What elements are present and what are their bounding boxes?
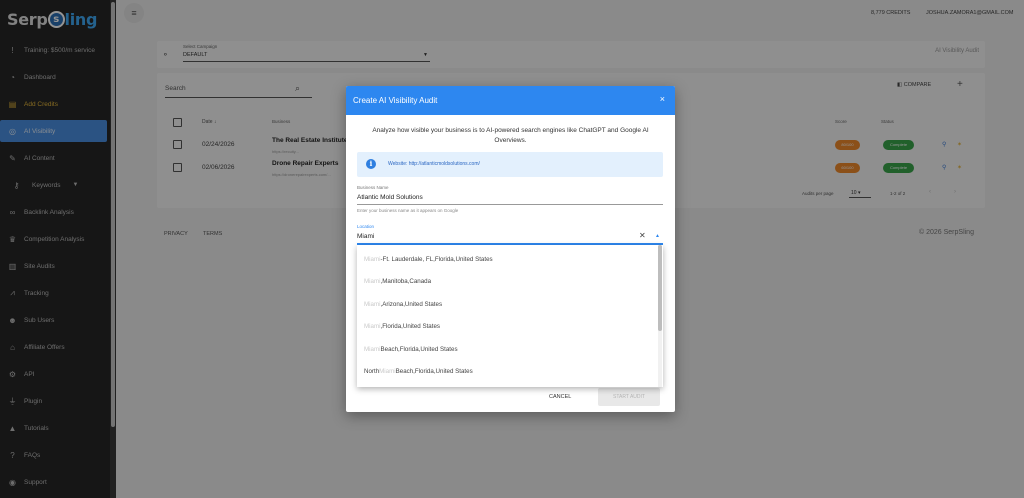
website-url: Website: http://atlanticmoldsolutions.co… bbox=[388, 161, 480, 167]
website-info-box: i Website: http://atlanticmoldsolutions.… bbox=[357, 152, 663, 177]
caret-up-icon[interactable]: ▲ bbox=[655, 233, 660, 239]
dialog-description: Analyze how visible your business is to … bbox=[372, 127, 649, 144]
suggestions-scrollbar[interactable] bbox=[658, 245, 662, 387]
cancel-button[interactable]: CANCEL bbox=[549, 394, 571, 400]
location-option[interactable]: Miami -Ft. Lauderdale, FL,Florida,United … bbox=[357, 248, 657, 270]
location-label: Location bbox=[357, 224, 375, 229]
business-name-input[interactable]: Atlantic Mold Solutions bbox=[357, 194, 423, 201]
suggestions-scrollbar-thumb[interactable] bbox=[658, 245, 662, 331]
location-option[interactable]: North Miami Beach,Florida,United States bbox=[357, 360, 657, 382]
location-option[interactable]: Miami ,Manitoba,Canada bbox=[357, 270, 657, 292]
business-name-label: Business Name bbox=[357, 185, 389, 190]
location-option[interactable]: Miami ,Florida,United States bbox=[357, 315, 657, 337]
dialog-header: Create AI Visibility Audit × bbox=[346, 86, 675, 115]
close-icon[interactable]: × bbox=[660, 94, 665, 104]
location-input[interactable]: Miami bbox=[357, 233, 374, 240]
location-option[interactable]: Miami ,Arizona,United States bbox=[357, 293, 657, 315]
location-option[interactable]: Miami Beach,Florida,United States bbox=[357, 338, 657, 360]
location-suggestions-list: Miami -Ft. Lauderdale, FL,Florida,United … bbox=[357, 245, 663, 387]
start-audit-button[interactable]: START AUDIT bbox=[598, 388, 660, 406]
business-name-hint: Enter your business name as it appears o… bbox=[357, 208, 459, 213]
clear-icon[interactable]: ✕ bbox=[639, 231, 646, 240]
business-name-underline bbox=[357, 204, 663, 205]
info-icon: i bbox=[366, 159, 376, 169]
dialog-title: Create AI Visibility Audit bbox=[353, 96, 438, 105]
